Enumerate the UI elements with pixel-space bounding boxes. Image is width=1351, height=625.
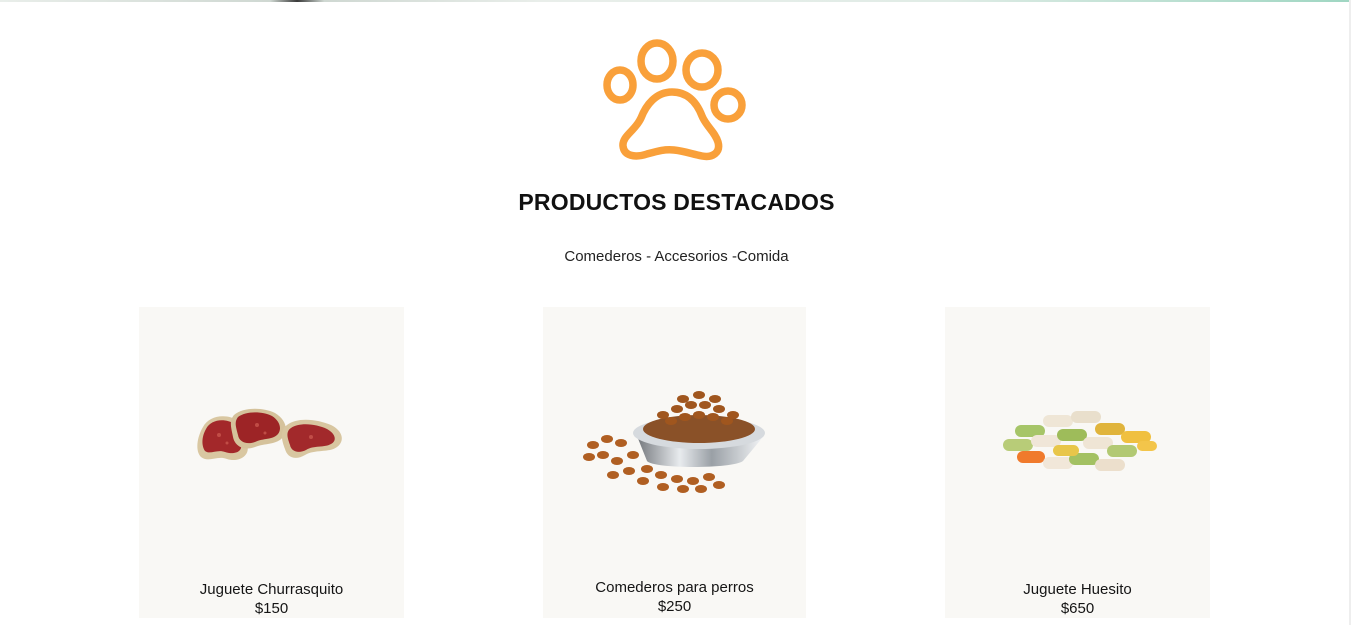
product-name: Juguete Churrasquito xyxy=(199,581,344,598)
product-card[interactable]: Comederos para perros $250 xyxy=(543,307,806,618)
product-name: Comederos para perros xyxy=(595,579,754,596)
paw-icon xyxy=(603,39,746,161)
product-price: $150 xyxy=(254,600,289,617)
product-name: Juguete Huesito xyxy=(1023,581,1132,598)
product-price: $650 xyxy=(1060,600,1095,617)
bone-biscuits-image xyxy=(1003,411,1157,471)
product-card[interactable]: Juguete Huesito $650 xyxy=(945,307,1210,618)
steak-treats-image xyxy=(197,408,342,461)
section-subtitle: Comederos - Accesorios -Comida xyxy=(564,248,789,265)
top-banner-edge xyxy=(0,0,1351,2)
food-bowl-image xyxy=(583,391,765,493)
product-card[interactable]: Juguete Churrasquito $150 xyxy=(139,307,404,618)
section-title: PRODUCTOS DESTACADOS xyxy=(518,189,835,215)
product-price: $250 xyxy=(657,598,692,615)
page: PRODUCTOS DESTACADOS Comederos - Accesor… xyxy=(0,0,1351,625)
